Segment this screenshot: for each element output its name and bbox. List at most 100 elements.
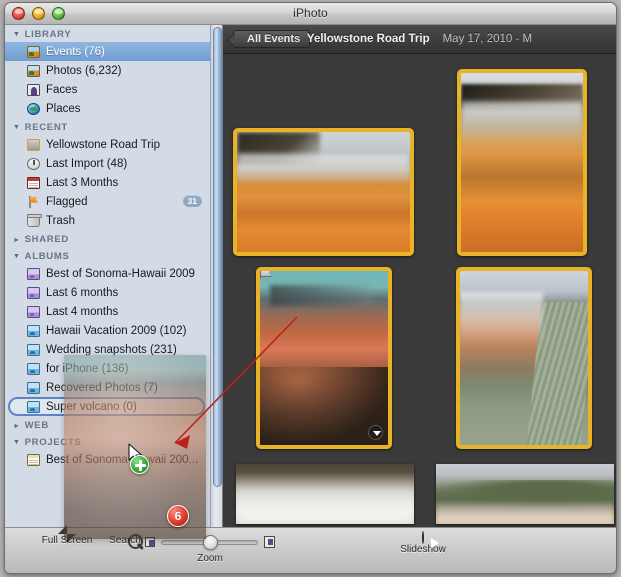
photos-icon	[27, 64, 40, 77]
photo-image	[260, 271, 388, 445]
sidebar-item-wedding-snapshots[interactable]: Wedding snapshots (231)	[5, 340, 210, 359]
screenshot-root: iPhoto ▼ LIBRARY Events (76) Photos (6,2…	[0, 0, 621, 577]
sidebar-item-flagged[interactable]: Flagged 31	[5, 192, 210, 211]
album-icon	[27, 400, 40, 413]
zoom-slider[interactable]	[160, 534, 258, 550]
sidebar-item-faces[interactable]: Faces	[5, 80, 210, 99]
photo-thumbnail[interactable]	[233, 128, 414, 256]
sidebar-item-label: Events (76)	[46, 45, 105, 58]
disclosure-triangle-icon[interactable]: ▼	[13, 124, 21, 131]
event-date-range: May 17, 2010 - M	[442, 33, 533, 45]
places-icon	[27, 102, 40, 115]
disclosure-triangle-icon[interactable]: ▼	[13, 236, 20, 244]
event-header-bar: All Events Yellowstone Road Trip May 17, …	[223, 25, 616, 54]
sidebar-item-label: Places	[46, 102, 81, 115]
sidebar-scrollbar-thumb[interactable]	[212, 27, 222, 487]
photo-image	[236, 464, 414, 524]
disclosure-triangle-icon[interactable]: ▼	[13, 439, 21, 446]
sidebar-item-label: Last 4 months	[46, 305, 119, 318]
sidebar-item-label: Last 6 months	[46, 286, 119, 299]
sidebar-item-label: Last Import (48)	[46, 157, 128, 170]
photo-thumbnail[interactable]	[456, 267, 592, 449]
source-list-sidebar[interactable]: ▼ LIBRARY Events (76) Photos (6,232) Fac…	[5, 25, 223, 573]
album-icon	[27, 362, 40, 375]
sidebar-item-places[interactable]: Places	[5, 99, 210, 118]
event-title-block: Yellowstone Road Trip May 17, 2010 - M	[223, 33, 616, 45]
photo-thumbnail[interactable]	[236, 464, 414, 524]
info-expand-badge-icon[interactable]	[368, 425, 383, 440]
trash-icon	[27, 213, 42, 227]
sidebar-item-project-best-of-sonoma-hawaii[interactable]: Best of Sonoma-Hawaii 200...	[5, 450, 210, 469]
sidebar-item-events[interactable]: Events (76)	[5, 42, 210, 61]
full-screen-button[interactable]: Full Screen	[35, 534, 99, 546]
photo-thumbnail[interactable]	[256, 267, 392, 449]
sidebar-item-yellowstone-road-trip[interactable]: Yellowstone Road Trip	[5, 135, 210, 154]
sidebar-item-best-of-sonoma-hawaii-2009[interactable]: Best of Sonoma-Hawaii 2009	[5, 264, 210, 283]
photo-grid[interactable]	[223, 54, 616, 573]
sidebar-item-hawaii-vacation-2009[interactable]: Hawaii Vacation 2009 (102)	[5, 321, 210, 340]
clock-icon	[27, 157, 40, 170]
flag-badge-icon	[260, 271, 271, 279]
sidebar-section-shared[interactable]: ▼ SHARED	[5, 230, 210, 247]
sidebar-scrollbar[interactable]	[210, 25, 222, 573]
smart-album-icon	[27, 286, 40, 299]
sidebar-item-label: Photos (6,232)	[46, 64, 122, 77]
zoom-out-small-icon[interactable]	[145, 537, 155, 547]
photo-thumbnail[interactable]	[457, 69, 587, 256]
sidebar-section-label: PROJECTS	[24, 437, 82, 448]
sidebar-item-label: Faces	[46, 83, 78, 96]
calendar-icon	[27, 176, 40, 189]
zoom-in-large-icon[interactable]	[263, 536, 275, 548]
sidebar-scroll-content: ▼ LIBRARY Events (76) Photos (6,232) Fac…	[5, 25, 210, 573]
sidebar-item-trash[interactable]: Trash	[5, 211, 210, 230]
zoom-control[interactable]: Zoom	[145, 534, 275, 564]
zoom-label: Zoom	[197, 553, 223, 564]
flagged-count-badge: 31	[182, 195, 202, 207]
sidebar-item-last-import[interactable]: Last Import (48)	[5, 154, 210, 173]
sidebar-section-library[interactable]: ▼ LIBRARY	[5, 25, 210, 42]
smart-album-icon	[27, 305, 40, 318]
sidebar-item-super-volcano[interactable]: Super volcano (0)	[5, 397, 210, 416]
disclosure-triangle-icon[interactable]: ▼	[13, 31, 21, 38]
flag-icon	[27, 195, 40, 208]
drag-selection-count-badge: 6	[167, 505, 189, 527]
sidebar-item-last-3-months[interactable]: Last 3 Months	[5, 173, 210, 192]
sidebar-section-label: RECENT	[24, 122, 68, 133]
zoom-slider-knob[interactable]	[203, 534, 219, 550]
sidebar-section-albums[interactable]: ▼ ALBUMS	[5, 247, 210, 264]
sidebar-item-for-iphone[interactable]: for iPhone (136)	[5, 359, 210, 378]
sidebar-item-label: Hawaii Vacation 2009 (102)	[46, 324, 187, 337]
photo-image	[237, 132, 410, 252]
drag-copy-plus-badge-icon	[130, 455, 149, 474]
sidebar-section-label: SHARED	[24, 234, 69, 245]
event-name: Yellowstone Road Trip	[306, 33, 430, 45]
album-icon	[27, 324, 40, 337]
sidebar-item-label: Super volcano (0)	[46, 400, 137, 413]
sidebar-section-projects[interactable]: ▼ PROJECTS	[5, 433, 210, 450]
disclosure-triangle-icon[interactable]: ▼	[13, 253, 21, 260]
sidebar-item-label: Flagged	[46, 195, 88, 208]
sidebar-section-web[interactable]: ▼ WEB	[5, 416, 210, 433]
sidebar-item-label: Yellowstone Road Trip	[46, 138, 161, 151]
sidebar-item-label: Last 3 Months	[46, 176, 119, 189]
sidebar-item-photos[interactable]: Photos (6,232)	[5, 61, 210, 80]
photo-image	[436, 464, 614, 524]
slideshow-button[interactable]: Slideshow	[388, 531, 458, 555]
event-thumb-icon	[27, 138, 40, 151]
sidebar-item-label: Best of Sonoma-Hawaii 200...	[46, 453, 199, 466]
photo-thumbnail[interactable]	[436, 464, 614, 524]
sidebar-item-recovered-photos[interactable]: Recovered Photos (7)	[5, 378, 210, 397]
window-titlebar[interactable]: iPhoto	[5, 3, 616, 25]
sidebar-item-last-6-months[interactable]: Last 6 months	[5, 283, 210, 302]
photo-image	[460, 271, 588, 445]
sidebar-section-recent[interactable]: ▼ RECENT	[5, 118, 210, 135]
sidebar-item-last-4-months[interactable]: Last 4 months	[5, 302, 210, 321]
events-icon	[27, 45, 40, 58]
sidebar-item-label: Wedding snapshots (231)	[46, 343, 177, 356]
iphoto-window: iPhoto ▼ LIBRARY Events (76) Photos (6,2…	[4, 2, 617, 574]
photo-browser-main: All Events Yellowstone Road Trip May 17, …	[223, 25, 616, 573]
sidebar-section-label: WEB	[24, 420, 49, 431]
sidebar-item-label: Trash	[46, 214, 75, 227]
zoom-slider-row[interactable]	[145, 534, 275, 550]
disclosure-triangle-icon[interactable]: ▼	[13, 422, 20, 430]
